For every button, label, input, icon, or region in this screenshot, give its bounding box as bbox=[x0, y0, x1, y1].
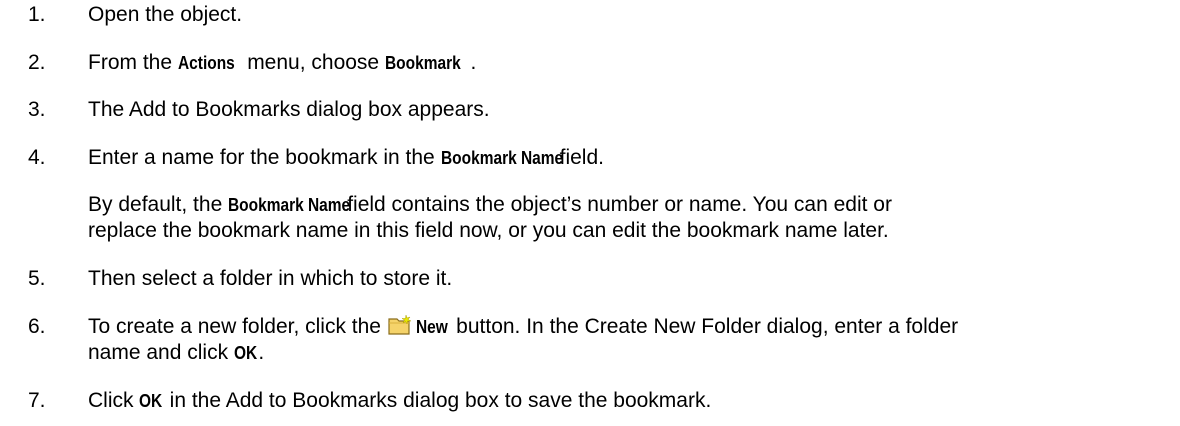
step-4-note: By default, the Bookmark Name field cont… bbox=[88, 192, 1148, 244]
note-line: By default, the Bookmark Name field cont… bbox=[88, 192, 1148, 218]
step-number: 7. bbox=[28, 389, 46, 412]
text-run: in the Add to Bookmarks dialog box to sa… bbox=[163, 389, 712, 412]
text-run: menu, choose bbox=[241, 51, 385, 74]
instructions-document: 1. Open the object. 2. From the Actions … bbox=[0, 0, 1180, 426]
text-run: button. In the Create New Folder dialog,… bbox=[450, 315, 959, 338]
new-folder-icon bbox=[388, 314, 411, 335]
step-number: 1. bbox=[28, 3, 46, 26]
text-run: Click bbox=[88, 389, 140, 412]
text-run: field contains the object’s number or na… bbox=[341, 193, 892, 216]
step-number: 4. bbox=[28, 146, 46, 169]
step-text: name and click OK. bbox=[88, 340, 264, 366]
step-text: Open the object. bbox=[88, 3, 243, 26]
ui-term-bookmark-name: Bookmark Name bbox=[228, 195, 351, 215]
text-run: . bbox=[470, 51, 477, 74]
step-text: To create a new folder, click the New bu… bbox=[88, 314, 958, 340]
step-number: 2. bbox=[28, 51, 46, 74]
text-run: name and click bbox=[88, 341, 234, 364]
ui-term-new: New bbox=[415, 317, 448, 337]
ui-term-actions: Actions bbox=[177, 53, 235, 73]
step-text: Click OK in the Add to Bookmarks dialog … bbox=[88, 388, 711, 414]
ui-term-ok: OK bbox=[139, 391, 163, 411]
step-text: Then select a folder in which to store i… bbox=[88, 267, 453, 290]
note-line: replace the bookmark name in this field … bbox=[88, 219, 889, 242]
ui-term-bookmark-name: Bookmark Name bbox=[440, 148, 563, 168]
step-text: From the Actions menu, choose Bookmark. bbox=[88, 50, 476, 76]
text-run: . bbox=[258, 341, 265, 364]
text-run: To create a new folder, click the bbox=[88, 315, 387, 338]
ui-term-ok: OK bbox=[233, 343, 258, 363]
text-run: Enter a name for the bookmark in the bbox=[88, 146, 441, 169]
text-run: By default, the bbox=[88, 193, 229, 216]
text-run: From the bbox=[88, 51, 178, 74]
step-number: 6. bbox=[28, 315, 46, 338]
step-text: The Add to Bookmarks dialog box appears. bbox=[88, 98, 490, 121]
step-number: 3. bbox=[28, 98, 46, 121]
ui-term-bookmark: Bookmark bbox=[384, 53, 461, 73]
step-number: 5. bbox=[28, 267, 46, 290]
step-text: Enter a name for the bookmark in the Boo… bbox=[88, 145, 604, 171]
